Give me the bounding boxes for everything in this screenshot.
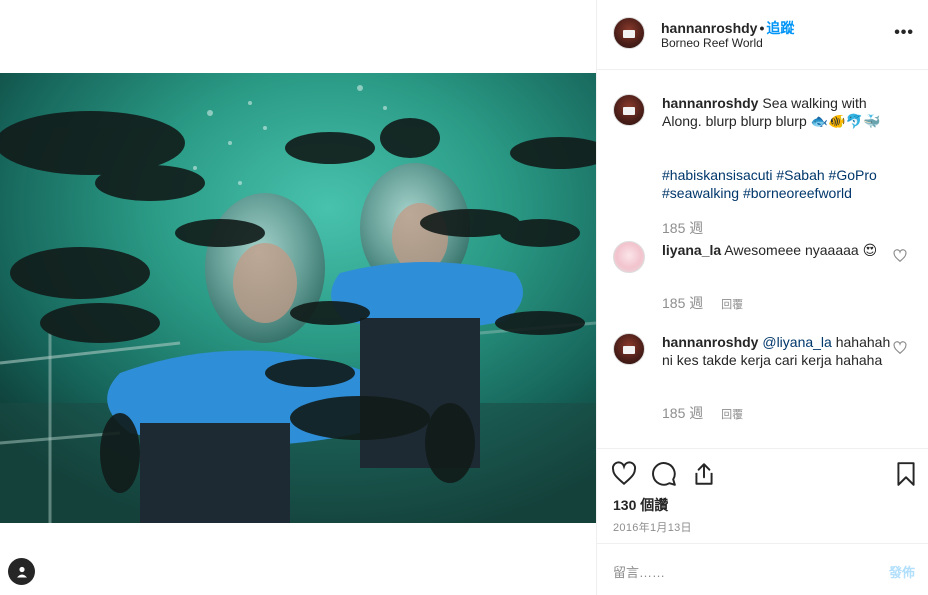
like-comment-heart-icon[interactable] bbox=[893, 249, 907, 263]
comment-text: liyana_la Awesomeee nyaaaaa 😍 bbox=[662, 241, 902, 259]
comment-meta: 185 週 回覆 bbox=[662, 403, 743, 423]
reply-button[interactable]: 回覆 bbox=[721, 299, 743, 311]
post-comment-button[interactable]: 發佈 bbox=[889, 562, 915, 581]
comment-age: 185 週 bbox=[662, 405, 704, 421]
comment-mention[interactable]: @liyana_la bbox=[762, 334, 831, 350]
media-pane bbox=[0, 0, 596, 595]
more-options-icon[interactable]: ••• bbox=[894, 24, 914, 42]
comments-list: hannanroshdy Sea walking with Along. blu… bbox=[597, 70, 928, 448]
post-date[interactable]: 2016年1月13日 bbox=[613, 519, 692, 535]
author-line: hannanroshdy • 追蹤 bbox=[661, 18, 794, 38]
follow-button[interactable]: 追蹤 bbox=[766, 20, 794, 36]
comment-meta: 185 週 回覆 bbox=[662, 293, 743, 313]
post-photo[interactable] bbox=[0, 73, 596, 523]
like-comment-heart-icon[interactable] bbox=[893, 341, 907, 355]
post-actions: 130 個讚 2016年1月13日 bbox=[597, 448, 928, 543]
author-avatar[interactable] bbox=[613, 17, 645, 49]
bookmark-icon[interactable] bbox=[893, 461, 919, 487]
comment-username[interactable]: hannanroshdy bbox=[662, 334, 758, 350]
caption-hashtags[interactable]: #habiskansisacuti #Sabah #GoPro #seawalk… bbox=[662, 166, 902, 202]
post-sidebar: hannanroshdy • 追蹤 Borneo Reef World ••• ha… bbox=[596, 0, 928, 595]
caption-text: hannanroshdy Sea walking with Along. blu… bbox=[662, 94, 902, 130]
underwater-scene-illustration bbox=[0, 73, 596, 523]
comment-bubble-icon[interactable] bbox=[651, 461, 677, 487]
commenter-avatar[interactable] bbox=[613, 241, 645, 273]
commenter-avatar[interactable] bbox=[613, 333, 645, 365]
user-tag-button[interactable] bbox=[8, 558, 35, 585]
separator-dot: • bbox=[759, 20, 765, 36]
author-username[interactable]: hannanroshdy bbox=[661, 20, 757, 36]
comment-age: 185 週 bbox=[662, 295, 704, 311]
like-heart-icon[interactable] bbox=[611, 461, 637, 487]
share-icon[interactable] bbox=[691, 461, 717, 487]
comment-body: Awesomeee nyaaaaa 😍 bbox=[724, 242, 878, 258]
caption-age: 185 週 bbox=[662, 220, 704, 236]
comment-username[interactable]: liyana_la bbox=[662, 242, 721, 258]
add-comment-bar: 留言…… 發佈 bbox=[597, 543, 928, 595]
caption-username[interactable]: hannanroshdy bbox=[662, 95, 758, 111]
comment-text: hannanroshdy @liyana_la hahahah ni kes t… bbox=[662, 333, 902, 369]
user-icon bbox=[16, 566, 27, 577]
caption-avatar[interactable] bbox=[613, 94, 645, 126]
comment-input[interactable]: 留言…… bbox=[613, 562, 665, 581]
reply-button[interactable]: 回覆 bbox=[721, 409, 743, 421]
like-count[interactable]: 130 個讚 bbox=[613, 495, 668, 515]
location-link[interactable]: Borneo Reef World bbox=[661, 36, 763, 50]
post-header: hannanroshdy • 追蹤 Borneo Reef World ••• bbox=[597, 0, 928, 70]
